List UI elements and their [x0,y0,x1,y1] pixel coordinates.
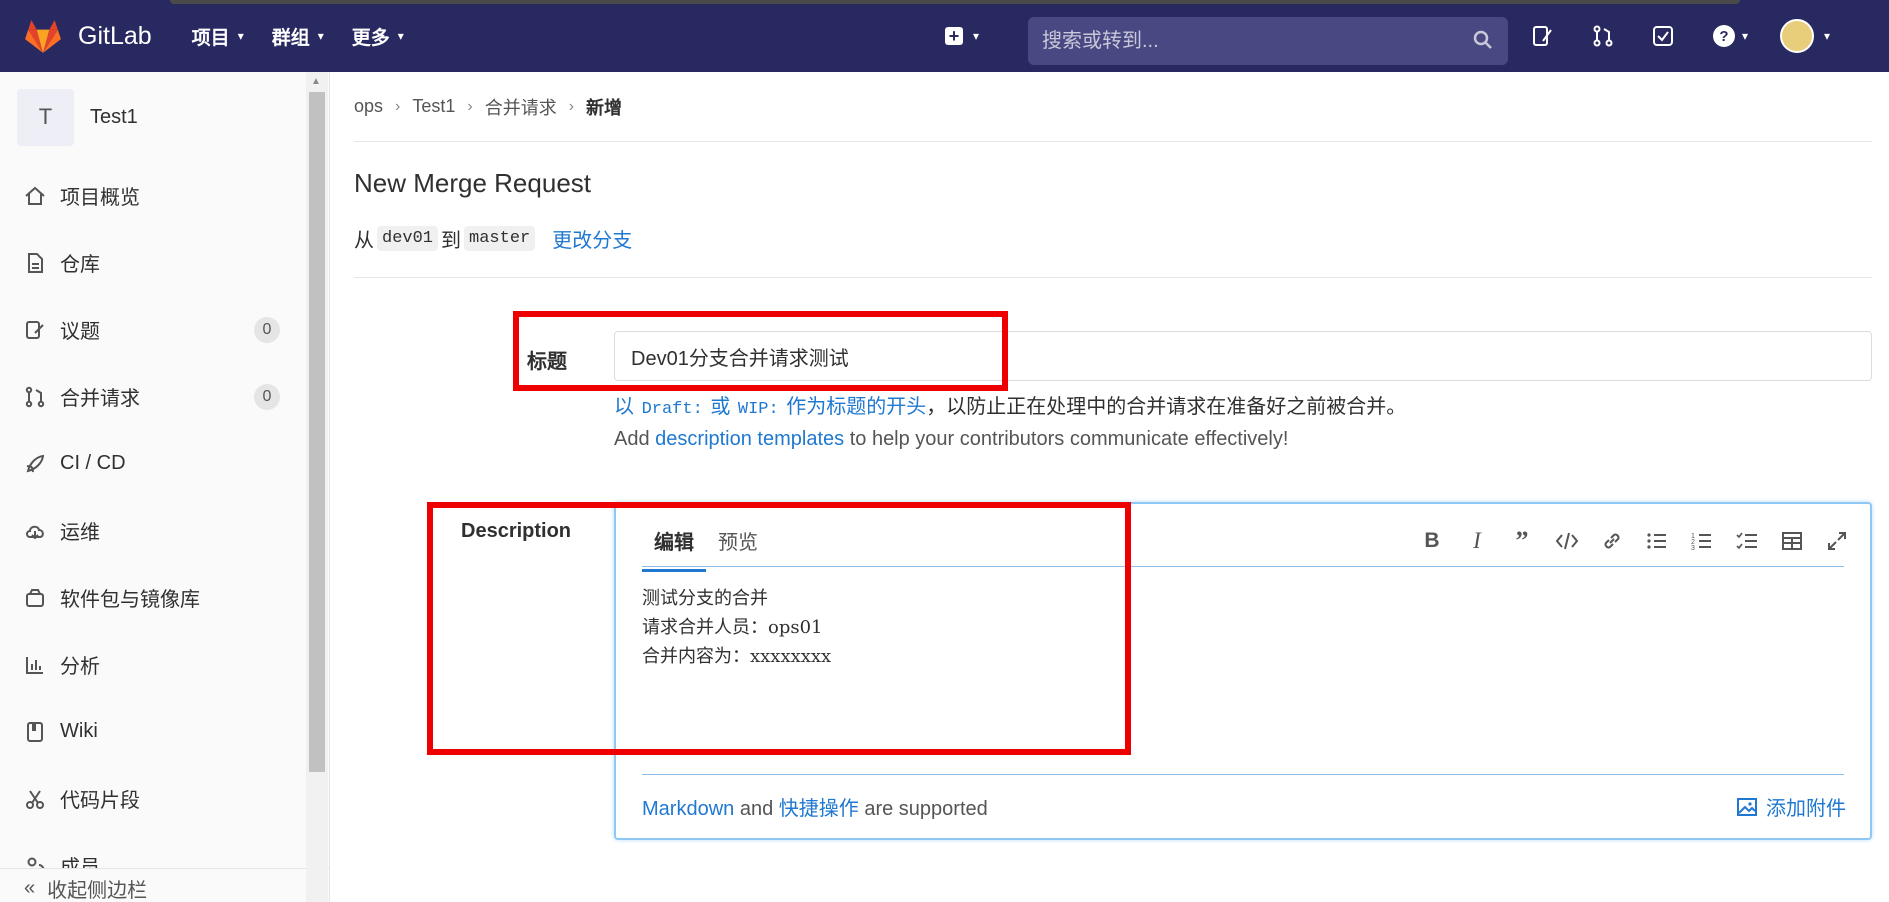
chevron-right-icon: › [568,97,575,115]
link-icon[interactable] [1597,526,1627,556]
italic-icon[interactable]: I [1462,526,1492,556]
breadcrumb-project[interactable]: Test1 [412,96,455,117]
branch-info: 从 dev01 到 master 更改分支 [354,223,1872,253]
user-avatar [1780,19,1814,53]
quick-actions-link[interactable]: 快捷操作 [779,798,859,820]
help-icon[interactable]: ? ▾ [1710,23,1750,49]
sidebar-project-header[interactable]: T Test1 [0,72,329,162]
markdown-link[interactable]: Markdown [642,798,734,820]
cloud-icon [26,525,44,539]
sidebar-item-repository[interactable]: 仓库 [0,229,329,296]
bold-icon[interactable]: B [1417,526,1447,556]
target-branch: master [464,225,536,251]
book-icon [27,721,43,742]
description-templates-link[interactable]: description templates [655,428,844,450]
chevron-right-icon: › [395,97,401,115]
nav-menu-groups[interactable]: 群组 ▾ [272,23,324,50]
source-branch: dev01 [377,225,439,251]
sidebar-item-packages[interactable]: 软件包与镜像库 [0,564,329,631]
chart-icon [26,656,43,674]
sidebar-item-wiki[interactable]: Wiki [0,698,329,765]
nav-menu-projects[interactable]: 项目 ▾ [192,23,244,50]
sidebar-item-operations[interactable]: 运维 [0,497,329,564]
svg-text:?: ? [1719,28,1728,45]
task-list-icon[interactable] [1732,526,1762,556]
markdown-toolbar: B I ” 123 [1402,526,1852,556]
package-icon [26,588,44,607]
home-icon [25,186,45,205]
chevron-down-icon: ▾ [317,29,324,43]
merge-requests-count-badge: 0 [254,383,280,410]
double-chevron-left-icon: « [24,877,36,899]
collapse-sidebar-button[interactable]: « 收起侧边栏 [0,868,329,902]
sidebar-item-analytics[interactable]: 分析 [0,631,329,698]
doc-icon [28,252,43,273]
search-icon [1473,30,1492,49]
sidebar-item-overview[interactable]: 项目概览 [0,162,329,229]
numbered-list-icon[interactable]: 123 [1687,526,1717,556]
user-menu[interactable]: ▾ [1780,19,1830,53]
sidebar-item-ci-cd[interactable]: CI / CD [0,430,329,497]
chevron-down-icon: ▾ [397,29,404,43]
change-branches-link[interactable]: 更改分支 [552,224,632,253]
table-icon[interactable] [1777,526,1807,556]
chevron-down-icon: ▾ [1824,29,1831,43]
gitlab-home-link[interactable]: GitLab [24,0,152,72]
top-navbar: GitLab 项目▾ 群组▾ 更多▾ + ▾ ? ▾ ▾ [0,0,1889,72]
breadcrumb-merge-requests[interactable]: 合并请求 [485,94,557,120]
breadcrumb-new[interactable]: 新增 [586,94,622,120]
search-input[interactable] [1042,29,1462,53]
quote-icon[interactable]: ” [1507,526,1537,556]
rocket-icon [26,454,45,472]
scroll-up-arrow-icon[interactable]: ▲ [311,76,321,87]
scrollbar-thumb[interactable] [309,92,325,772]
merge-request-icon [25,386,45,407]
templates-hint: Add description templates to help your c… [614,428,1289,450]
merge-request-icon[interactable] [1590,23,1616,49]
sidebar: T Test1 项目概览 仓库 议题 0 合并请求 0 CI / CD 运维 软… [0,72,330,902]
breadcrumb: ops › Test1 › 合并请求 › 新增 [354,72,1872,142]
divider [354,277,1872,278]
project-avatar: T [17,88,74,146]
bullet-list-icon[interactable] [1642,526,1672,556]
new-item-dropdown[interactable]: + ▾ [945,27,979,45]
chevron-down-icon: ▾ [237,29,244,43]
svg-text:3: 3 [1691,545,1695,551]
chevron-right-icon: › [467,97,473,115]
breadcrumb-ops[interactable]: ops [354,96,383,117]
sidebar-item-merge-requests[interactable]: 合并请求 0 [0,363,329,430]
main-content: ops › Test1 › 合并请求 › 新增 New Merge Reques… [354,72,1872,840]
page-title: New Merge Request [354,168,591,198]
issues-icon [26,320,44,339]
chevron-down-icon: ▾ [973,29,980,43]
sidebar-item-snippets[interactable]: 代码片段 [0,765,329,832]
issues-check-icon[interactable] [1650,23,1676,49]
footer-divider [642,774,1844,775]
image-icon [1737,797,1757,816]
issues-count-badge: 0 [254,316,280,343]
attach-file-button[interactable]: 添加附件 [1736,792,1846,821]
chevron-down-icon: ▾ [1741,29,1749,43]
sidebar-scrollbar[interactable]: ▲ [306,72,328,902]
scissors-icon [26,789,44,809]
plus-icon: + [945,27,963,45]
sidebar-item-issues[interactable]: 议题 0 [0,296,329,363]
code-icon[interactable] [1552,526,1582,556]
annotation-box-description [427,502,1131,755]
nav-menu-more[interactable]: 更多 ▾ [352,23,404,50]
wip-hint-link[interactable]: 以 Draft: 或 WIP: 作为标题的开头 [614,396,926,419]
project-name: Test1 [90,105,138,128]
brand-name: GitLab [78,21,152,50]
annotation-box-title [513,311,1008,391]
todo-icon[interactable] [1530,23,1556,49]
fullscreen-icon[interactable] [1822,526,1852,556]
gitlab-logo-icon [25,20,61,53]
search-box[interactable] [1028,17,1508,65]
markdown-support-note: Markdown and 快捷操作 are supported [642,798,988,820]
wip-hint: 以 Draft: 或 WIP: 作为标题的开头，以防止正在处理中的合并请求在准备… [614,396,1407,419]
